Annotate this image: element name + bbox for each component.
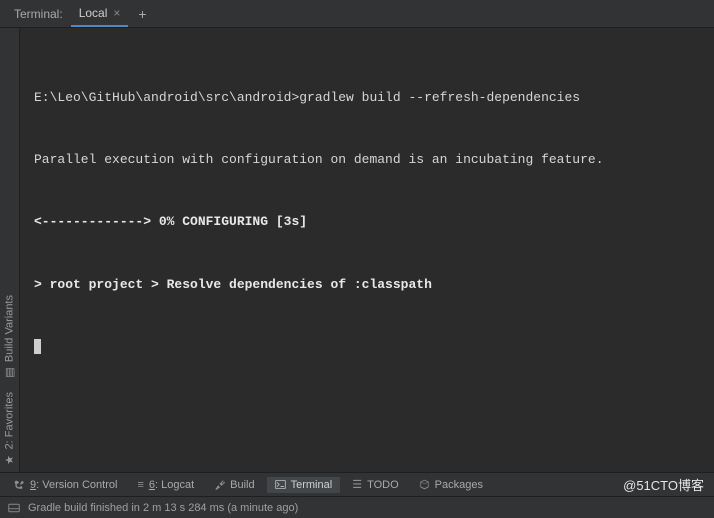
terminal-line: Parallel execution with configuration on… bbox=[34, 150, 704, 171]
terminal-line: E:\Leo\GitHub\android\src\android>gradle… bbox=[34, 88, 704, 109]
build-variants-icon: ▤ bbox=[3, 367, 16, 380]
terminal-cursor-line bbox=[34, 337, 704, 358]
side-tab-build-variants[interactable]: ▤ Build Variants bbox=[3, 295, 16, 379]
packages-icon bbox=[419, 479, 430, 490]
tool-packages[interactable]: Packages bbox=[411, 477, 491, 493]
terminal-tab-bar: Terminal: Local × + bbox=[0, 0, 714, 28]
branch-icon bbox=[14, 479, 25, 490]
status-bar: Gradle build finished in 2 m 13 s 284 ms… bbox=[0, 496, 714, 518]
side-tab-label: Build Variants bbox=[4, 295, 16, 362]
middle-area: ▤ Build Variants ★ 2: Favorites E:\Leo\G… bbox=[0, 28, 714, 472]
terminal-line: > root project > Resolve dependencies of… bbox=[34, 275, 704, 296]
cursor-icon bbox=[34, 339, 41, 354]
logcat-icon: ≡ bbox=[137, 479, 143, 491]
tool-label: Packages bbox=[435, 479, 483, 491]
star-icon: ★ bbox=[3, 453, 16, 466]
close-icon[interactable]: × bbox=[113, 6, 120, 20]
bottom-tool-row: 9: Version Control ≡ 6: Logcat Build Ter… bbox=[0, 472, 714, 496]
tool-build[interactable]: Build bbox=[206, 477, 262, 493]
terminal-icon bbox=[275, 479, 286, 490]
watermark-text: @51CTO博客 bbox=[623, 475, 708, 494]
status-icon bbox=[8, 502, 20, 514]
tool-label: 6: Logcat bbox=[149, 479, 194, 491]
tool-label: Terminal bbox=[291, 479, 333, 491]
tab-label: Local bbox=[79, 6, 108, 20]
panel-title: Terminal: bbox=[6, 7, 71, 21]
side-tab-label: 2: Favorites bbox=[4, 392, 16, 449]
side-tab-favorites[interactable]: ★ 2: Favorites bbox=[3, 392, 16, 466]
add-tab-button[interactable]: + bbox=[128, 6, 156, 22]
tool-terminal[interactable]: Terminal bbox=[267, 477, 341, 493]
terminal-line: <-------------> 0% CONFIGURING [3s] bbox=[34, 212, 704, 233]
tool-label: TODO bbox=[367, 479, 399, 491]
hammer-icon bbox=[214, 479, 225, 490]
tool-version-control[interactable]: 9: Version Control bbox=[6, 477, 125, 493]
tool-label: 9: Version Control bbox=[30, 479, 117, 491]
tool-label: Build bbox=[230, 479, 254, 491]
tool-todo[interactable]: ☰ TODO bbox=[344, 476, 406, 493]
terminal-output[interactable]: E:\Leo\GitHub\android\src\android>gradle… bbox=[20, 28, 714, 472]
left-gutter: ▤ Build Variants ★ 2: Favorites bbox=[0, 28, 20, 472]
tool-logcat[interactable]: ≡ 6: Logcat bbox=[129, 477, 202, 493]
status-message: Gradle build finished in 2 m 13 s 284 ms… bbox=[28, 502, 298, 514]
list-icon: ☰ bbox=[352, 478, 362, 491]
terminal-tab-local[interactable]: Local × bbox=[71, 0, 129, 27]
